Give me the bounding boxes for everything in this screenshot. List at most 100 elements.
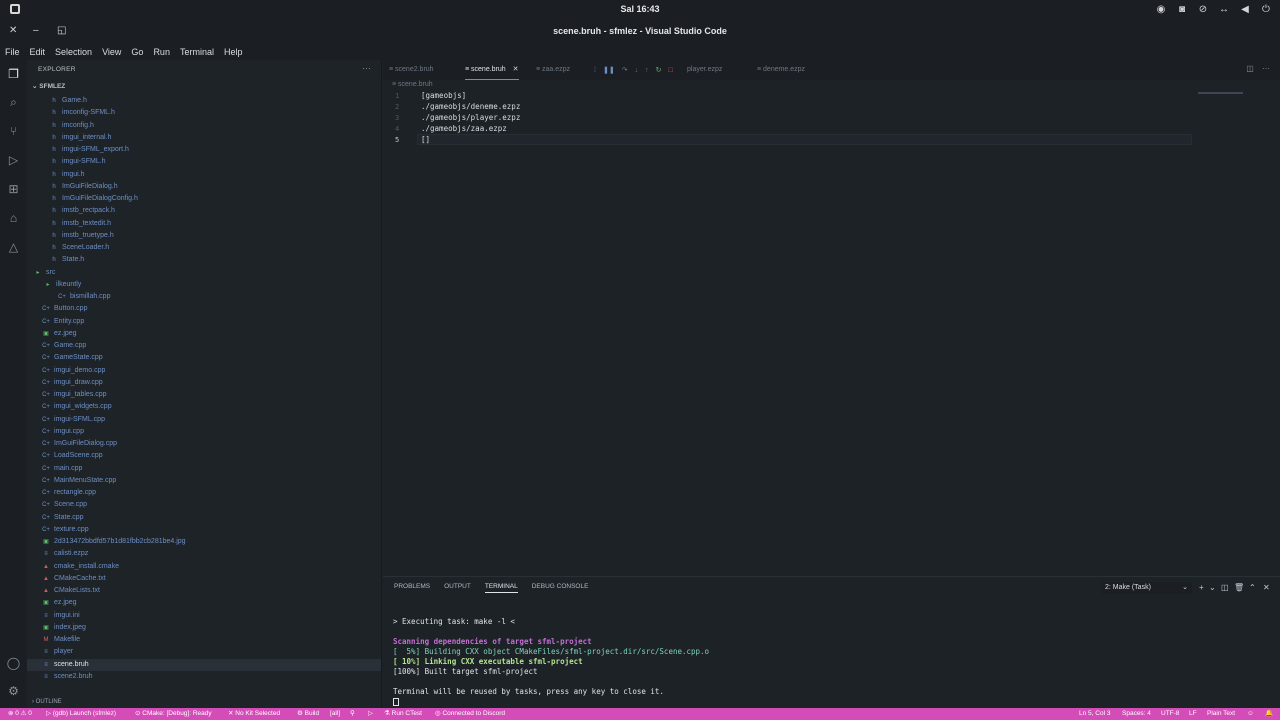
encoding[interactable]: UTF-8	[1161, 708, 1179, 720]
run-ctest-button[interactable]: ⚗ Run CTest	[384, 708, 422, 720]
chevron-down-icon[interactable]: ⌄	[1209, 583, 1216, 592]
tab-scene2-bruh[interactable]: ≡ scene2.bruh	[389, 60, 434, 80]
problems-status[interactable]: ⊗ 0 ⚠ 0	[8, 708, 32, 720]
menu-edit[interactable]: Edit	[30, 44, 46, 60]
code-line[interactable]: [gameobjs]	[421, 91, 466, 100]
stop-icon[interactable]: □	[668, 67, 672, 74]
volume-icon[interactable]: ◀	[1239, 4, 1251, 15]
search-icon[interactable]: ⌕	[6, 95, 21, 110]
file-tree-item[interactable]: h ImGuiFileDialog.h	[49, 181, 117, 193]
file-tree-item[interactable]: C+ State.cpp	[41, 512, 84, 524]
tab-problems[interactable]: PROBLEMS	[394, 583, 430, 593]
file-tree-item[interactable]: C+ imgui_demo.cpp	[41, 365, 105, 377]
file-tree-item[interactable]: ▣ 2d313472bbdfd57b1d81fbb2cb281be4.jpg	[41, 536, 185, 548]
settings-gear-icon[interactable]: ⚙	[6, 684, 21, 699]
code-line[interactable]: []	[421, 135, 430, 144]
file-tree-item[interactable]: h Game.h	[49, 95, 87, 107]
source-control-icon[interactable]: ⑂	[6, 124, 21, 139]
build-button[interactable]: ⚙ Build	[297, 708, 319, 720]
extensions-icon[interactable]: ⊞	[6, 182, 21, 197]
menu-selection[interactable]: Selection	[55, 44, 92, 60]
tab-debug-console[interactable]: DEBUG CONSOLE	[532, 583, 589, 593]
project-folder-header[interactable]: ⌄ SFMLEZ	[32, 82, 65, 90]
code-line[interactable]: ./gameobjs/zaa.ezpz	[421, 124, 507, 133]
explorer-icon[interactable]: ❐	[6, 67, 21, 82]
kit-status[interactable]: ✕ No Kit Selected	[228, 708, 280, 720]
appindicator-icon[interactable]: ◉	[1155, 4, 1167, 15]
code-line[interactable]: ./gameobjs/player.ezpz	[421, 113, 520, 122]
run-icon[interactable]: ▷	[368, 708, 373, 720]
file-tree-item[interactable]: C+ Entity.cpp	[41, 316, 84, 328]
pause-icon[interactable]: ❚❚	[603, 66, 615, 74]
file-tree-item[interactable]: C+ main.cpp	[41, 463, 82, 475]
language-mode[interactable]: Plain Text	[1207, 708, 1235, 720]
menu-view[interactable]: View	[102, 44, 121, 60]
file-tree-item[interactable]: C+ imgui-SFML.cpp	[41, 414, 105, 426]
more-actions-icon[interactable]: ···	[1262, 64, 1270, 73]
file-tree-item[interactable]: C+ Scene.cpp	[41, 499, 87, 511]
file-tree-item[interactable]: C+ bismillah.cpp	[57, 291, 110, 303]
drag-handle-icon[interactable]: ⁞	[594, 67, 596, 74]
file-tree-item[interactable]: h imgui-SFML_export.h	[49, 144, 129, 156]
cursor-position[interactable]: Ln 5, Col 3	[1079, 708, 1110, 720]
remote-explorer-icon[interactable]: ⌂	[6, 211, 21, 226]
menu-go[interactable]: Go	[131, 44, 143, 60]
file-tree-item[interactable]: ≡ imgui.ini	[41, 610, 79, 622]
more-actions-icon[interactable]: ···	[362, 63, 371, 73]
tab-deneme-ezpz[interactable]: ≡ deneme.ezpz	[757, 60, 805, 80]
file-tree-item[interactable]: C+ ImGuiFileDialog.cpp	[41, 438, 117, 450]
tab-terminal[interactable]: TERMINAL	[484, 583, 518, 593]
discord-status[interactable]: ◎ Connected to Discord	[435, 708, 505, 720]
step-out-icon[interactable]: ↑	[645, 67, 649, 74]
file-tree-item[interactable]: ▣ ez.jpeg	[41, 597, 76, 609]
cmake-status[interactable]: ⊙ CMake: [Debug]: Ready	[135, 708, 212, 720]
file-tree-item[interactable]: h imstb_rectpack.h	[49, 205, 115, 217]
feedback-icon[interactable]: ☺	[1247, 708, 1254, 720]
close-panel-icon[interactable]: ✕	[1263, 583, 1270, 592]
debug-launch-status[interactable]: ▷ (gdb) Launch (sfmlez)	[46, 708, 116, 720]
file-tree-item[interactable]: ▲ cmake_install.cmake	[41, 561, 119, 573]
terminal-select[interactable]: 2: Make (Task) ⌄	[1102, 582, 1192, 594]
file-tree-item[interactable]: C+ rectangle.cpp	[41, 487, 96, 499]
debug-icon[interactable]: ⚲	[350, 708, 355, 720]
menu-help[interactable]: Help	[224, 44, 243, 60]
file-tree-item[interactable]: ▸ src	[33, 267, 55, 279]
tab-player-ezpz[interactable]: player.ezpz	[687, 60, 722, 80]
cmake-icon[interactable]: △	[6, 240, 21, 255]
file-tree-item[interactable]: h SceneLoader.h	[49, 242, 109, 254]
file-tree-item[interactable]: h imgui-SFML.h	[49, 156, 105, 168]
account-icon[interactable]: ◯	[6, 656, 21, 671]
menu-run[interactable]: Run	[153, 44, 170, 60]
network-icon[interactable]: ↔	[1218, 4, 1230, 15]
outline-section[interactable]: › OUTLINE	[32, 699, 62, 705]
indentation[interactable]: Spaces: 4	[1122, 708, 1151, 720]
end-of-line[interactable]: LF	[1189, 708, 1197, 720]
file-tree-item[interactable]: ▲ CMakeLists.txt	[41, 585, 100, 597]
notifications-off-icon[interactable]: ⊘	[1197, 4, 1209, 15]
new-terminal-icon[interactable]: +	[1199, 583, 1204, 592]
file-tree-item[interactable]: C+ imgui_draw.cpp	[41, 377, 103, 389]
menu-terminal[interactable]: Terminal	[180, 44, 214, 60]
file-tree-item[interactable]: ▣ index.jpeg	[41, 622, 86, 634]
file-tree-item[interactable]: C+ texture.cpp	[41, 524, 89, 536]
split-editor-icon[interactable]: ◫	[1246, 64, 1254, 73]
code-line[interactable]: ./gameobjs/deneme.ezpz	[421, 102, 520, 111]
file-tree-item[interactable]: h imstb_truetype.h	[49, 230, 113, 242]
file-tree-item[interactable]: h imconfig-SFML.h	[49, 107, 115, 119]
file-tree-item[interactable]: ≡ calisti.ezpz	[41, 548, 88, 560]
step-into-icon[interactable]: ↓	[635, 67, 639, 74]
file-tree-item[interactable]: M Makefile	[41, 634, 81, 646]
file-tree-item[interactable]: h ImGuiFileDialogConfig.h	[49, 193, 138, 205]
menu-file[interactable]: File	[5, 44, 20, 60]
file-tree-item[interactable]: C+ Game.cpp	[41, 340, 86, 352]
file-tree-item[interactable]: C+ imgui.cpp	[41, 426, 84, 438]
file-tree-item[interactable]: C+ GameState.cpp	[41, 352, 103, 364]
file-tree-item[interactable]: C+ MainMenuState.cpp	[41, 475, 116, 487]
file-tree-item[interactable]: h imgui_internal.h	[49, 132, 111, 144]
restart-icon[interactable]: ↻	[656, 66, 662, 74]
tab-zaa-ezpz[interactable]: ≡ zaa.ezpz	[536, 60, 570, 80]
tab-scene-bruh[interactable]: ≡ scene.bruh ✕	[465, 60, 519, 80]
close-tab-icon[interactable]: ✕	[513, 66, 519, 73]
notifications-icon[interactable]: 🔔	[1265, 708, 1273, 720]
tab-output[interactable]: OUTPUT	[444, 583, 471, 593]
